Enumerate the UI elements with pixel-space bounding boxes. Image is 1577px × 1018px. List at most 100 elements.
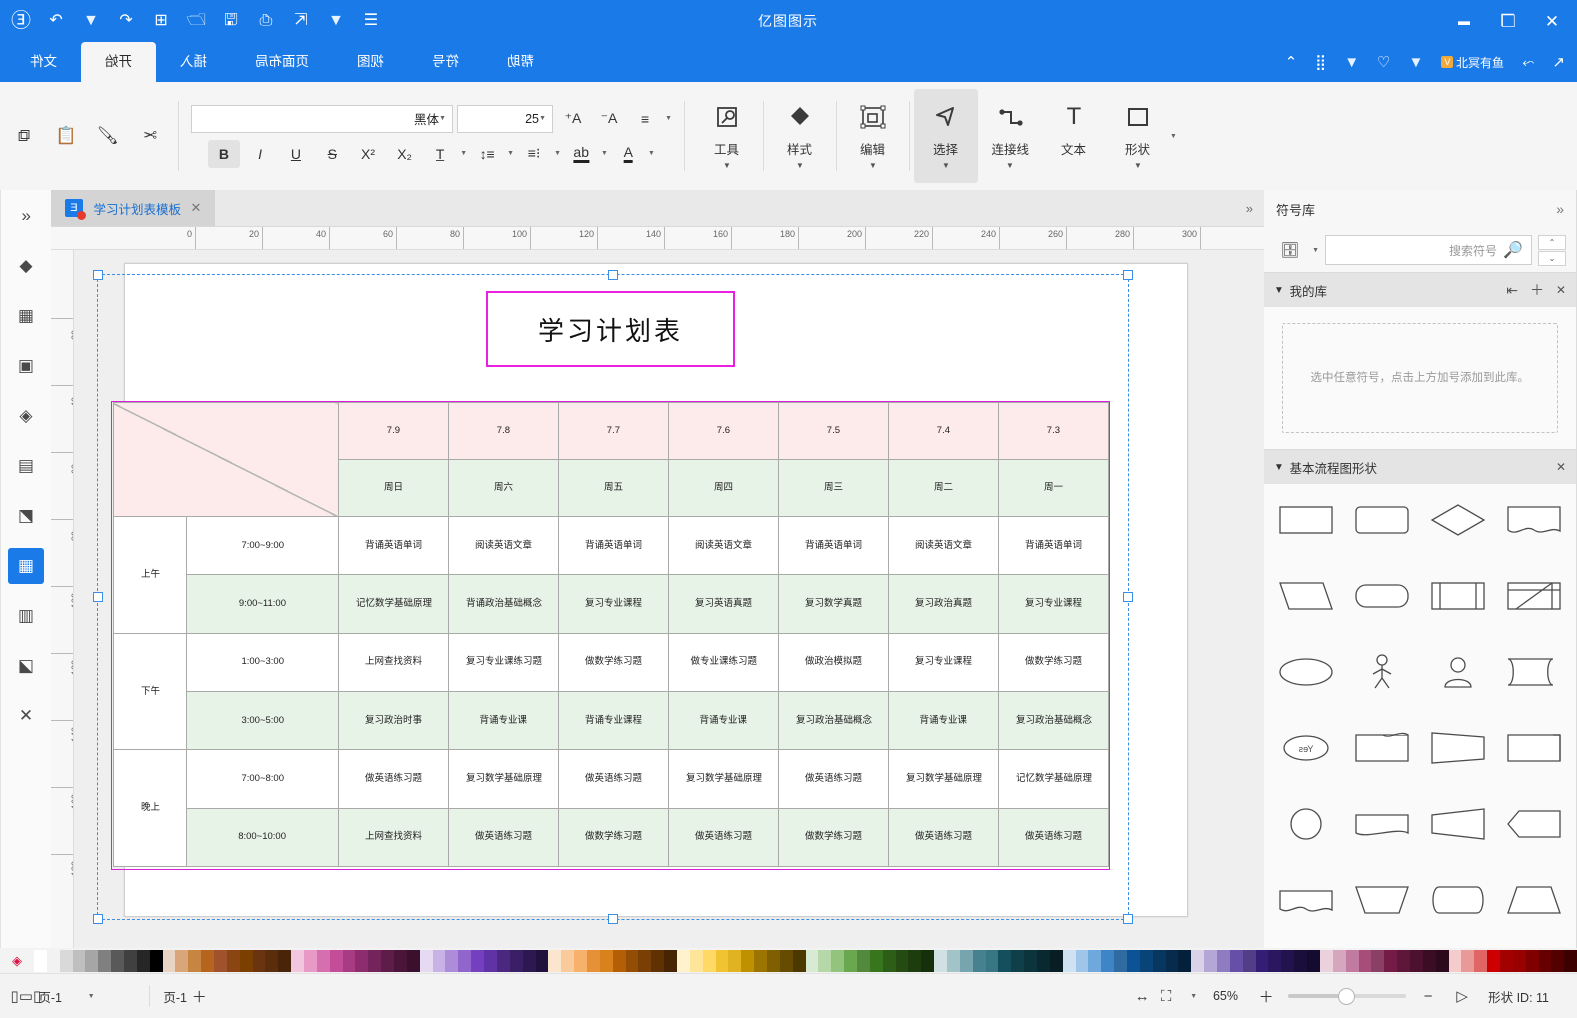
- color-swatch[interactable]: [535, 950, 549, 972]
- color-swatch[interactable]: [1409, 950, 1423, 972]
- container-icon[interactable]: ◪: [8, 648, 44, 684]
- color-swatch[interactable]: [419, 950, 433, 972]
- chevron-down-icon[interactable]: ▼: [942, 161, 950, 170]
- color-swatch[interactable]: [1551, 950, 1565, 972]
- shape-ellipse[interactable]: [1272, 646, 1340, 698]
- superscript-button[interactable]: X²: [352, 140, 384, 168]
- share-icon[interactable]: ⇱: [290, 10, 312, 32]
- shape-rounded-rectangle[interactable]: [1348, 494, 1416, 546]
- color-swatch[interactable]: [638, 950, 652, 972]
- color-swatch[interactable]: [548, 950, 562, 972]
- color-swatch[interactable]: [1075, 950, 1089, 972]
- shape-edit-icon[interactable]: ◩: [8, 498, 44, 534]
- redo-icon[interactable]: ↷: [45, 10, 67, 32]
- tool-shape[interactable]: 形状 ▼: [1106, 89, 1170, 183]
- tab-shitu[interactable]: 视图: [333, 42, 408, 82]
- task-cell[interactable]: 背诵英语单词: [778, 516, 889, 575]
- expand-panel-icon[interactable]: »: [8, 198, 44, 234]
- page-selector-label[interactable]: 页-1: [38, 987, 62, 1006]
- resize-handle[interactable]: [1123, 914, 1133, 924]
- task-cell[interactable]: 复习专业课程: [998, 574, 1109, 634]
- color-swatch[interactable]: [908, 950, 922, 972]
- color-swatch[interactable]: [162, 950, 176, 972]
- color-swatch[interactable]: [1242, 950, 1256, 972]
- task-cell[interactable]: 阅读英语文章: [888, 516, 999, 575]
- color-swatch[interactable]: [226, 950, 240, 972]
- task-cell[interactable]: 背诵英语单词: [338, 516, 449, 575]
- color-swatch[interactable]: [998, 950, 1012, 972]
- color-swatch[interactable]: [754, 950, 767, 972]
- color-swatch[interactable]: [342, 950, 356, 972]
- color-swatch[interactable]: [1319, 950, 1333, 972]
- color-swatch[interactable]: [381, 950, 395, 972]
- day-cell[interactable]: 周五: [558, 459, 669, 517]
- task-cell[interactable]: 复习专业课练习题: [448, 633, 559, 692]
- color-swatch[interactable]: [1538, 950, 1552, 972]
- font-family-select[interactable]: 黑体 ▼: [191, 104, 453, 133]
- chevron-down-icon[interactable]: ▼: [1274, 285, 1284, 296]
- zoom-out-icon[interactable]: −: [1416, 984, 1440, 1008]
- strikethrough-button[interactable]: S: [316, 140, 348, 168]
- date-cell[interactable]: 7.4: [888, 402, 999, 460]
- color-swatch[interactable]: [85, 950, 99, 972]
- chevron-down-icon[interactable]: ▼: [439, 115, 446, 122]
- color-swatch[interactable]: [252, 950, 266, 972]
- shape-yes-badge[interactable]: Yes: [1272, 722, 1340, 774]
- underline-button[interactable]: U: [280, 140, 312, 168]
- color-swatch[interactable]: [1255, 950, 1269, 972]
- color-swatch[interactable]: [522, 950, 536, 972]
- align-icon[interactable]: ≡: [629, 105, 661, 133]
- color-swatch[interactable]: [98, 950, 112, 972]
- bold-button[interactable]: B: [208, 139, 241, 168]
- chart-icon[interactable]: ▥: [8, 598, 44, 634]
- layers-icon[interactable]: ◈: [8, 398, 44, 434]
- chevron-down-icon[interactable]: ▼: [1134, 161, 1142, 170]
- study-plan-table[interactable]: 7.3 7.4 7.5 7.6 7.7 7.8 7.9 周一 周二 周三 周四 周五 周六 周日 背诵英语单…: [113, 402, 1109, 867]
- tool-tools[interactable]: 工具 ▼: [695, 89, 759, 183]
- color-swatch[interactable]: [1049, 950, 1063, 972]
- color-swatch[interactable]: [1062, 950, 1076, 972]
- task-cell[interactable]: 复习数学基础原理: [888, 749, 999, 809]
- color-swatch[interactable]: [432, 950, 446, 972]
- font-shrink-icon[interactable]: A⁻: [593, 105, 625, 133]
- vertical-ruler[interactable]: 20 40 60 80 100 120 140 160 180: [51, 250, 74, 948]
- add-icon[interactable]: ＋: [1530, 280, 1544, 300]
- color-swatch[interactable]: [1345, 950, 1359, 972]
- chevron-down-icon[interactable]: ▼: [325, 10, 347, 32]
- color-swatch[interactable]: [934, 950, 948, 972]
- chevron-down-icon[interactable]: ▼: [1006, 161, 1014, 170]
- shape-wave-shape[interactable]: [1272, 874, 1340, 926]
- task-cell[interactable]: 复习政治基础概念: [778, 691, 889, 750]
- chevron-down-icon[interactable]: ▼: [539, 115, 546, 122]
- color-swatch[interactable]: [111, 950, 125, 972]
- chevron-down-icon[interactable]: ▼: [88, 993, 95, 1000]
- resize-handle[interactable]: [93, 914, 103, 924]
- color-swatch[interactable]: [278, 950, 292, 972]
- task-cell[interactable]: 做数学练习题: [778, 808, 889, 867]
- chevron-down-icon[interactable]: ▼: [665, 115, 672, 122]
- task-cell[interactable]: 复习数学基础原理: [448, 749, 559, 809]
- print-icon[interactable]: ⎙: [255, 10, 277, 32]
- color-swatch[interactable]: [1474, 950, 1488, 972]
- shapes-icon[interactable]: ♡: [1377, 53, 1390, 71]
- canvas[interactable]: 学习计划表 7.3 7.4 7.5 7.6 7.7 7.8 7.9 周一 周二 周三 周四 周五 周六 周…: [74, 250, 1264, 948]
- clear-format-icon[interactable]: T̲: [424, 140, 456, 168]
- color-swatch[interactable]: [1397, 950, 1410, 972]
- chevron-right-icon[interactable]: »: [1556, 201, 1564, 217]
- account-icon[interactable]: ☰: [360, 10, 382, 32]
- resize-handle[interactable]: [93, 592, 103, 602]
- task-cell[interactable]: 做英语练习题: [888, 808, 999, 867]
- resize-handle[interactable]: [1123, 592, 1133, 602]
- color-swatch[interactable]: [844, 950, 857, 972]
- color-swatch[interactable]: [394, 950, 407, 972]
- task-cell[interactable]: 复习专业课程: [558, 574, 669, 634]
- color-swatch[interactable]: [1448, 950, 1462, 972]
- time-slot-cell[interactable]: 8:00~10:00: [186, 808, 339, 867]
- color-swatch[interactable]: [1204, 950, 1218, 972]
- color-swatch[interactable]: [175, 950, 189, 972]
- image-icon[interactable]: ▣: [8, 348, 44, 384]
- shape-trapezoid-box[interactable]: [1424, 722, 1492, 774]
- shape-wedge[interactable]: [1424, 798, 1492, 850]
- color-swatch[interactable]: [651, 950, 665, 972]
- color-swatch[interactable]: [625, 950, 639, 972]
